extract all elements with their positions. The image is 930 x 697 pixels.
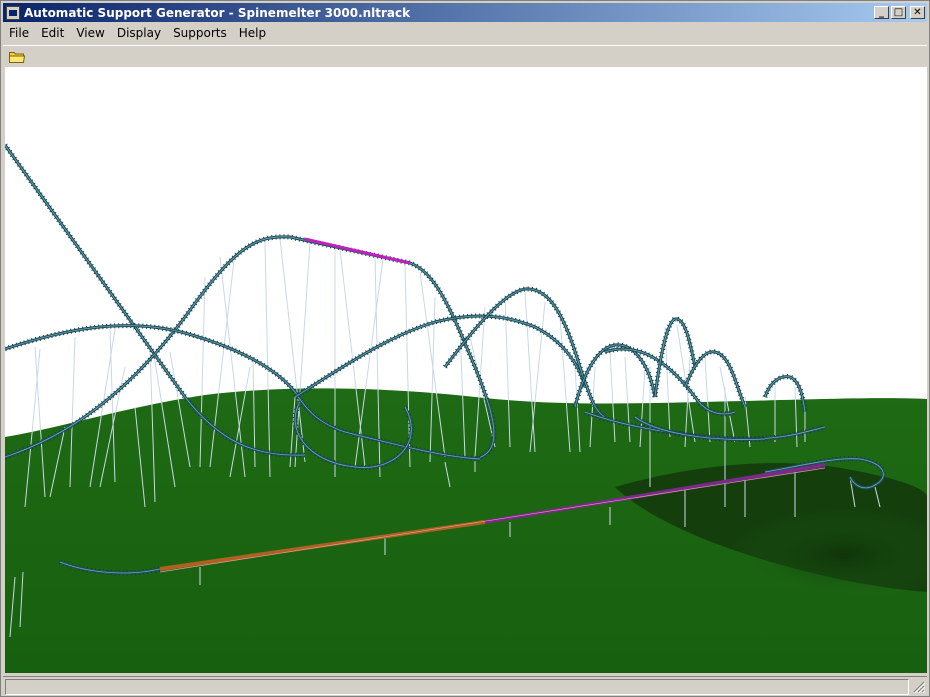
app-window: Automatic Support Generator - Spinemelte… — [0, 0, 930, 697]
status-bar — [3, 676, 927, 695]
menu-view[interactable]: View — [70, 26, 110, 40]
menu-display[interactable]: Display — [111, 26, 167, 40]
app-icon[interactable] — [6, 5, 20, 20]
minimize-button[interactable]: _ — [874, 6, 889, 19]
resize-grip-icon[interactable] — [913, 681, 925, 693]
3d-viewport[interactable] — [5, 67, 927, 673]
window-title: Automatic Support Generator - Spinemelte… — [24, 5, 411, 20]
close-button[interactable]: ✕ — [910, 6, 925, 19]
folder-open-icon[interactable] — [9, 50, 25, 63]
title-bar[interactable]: Automatic Support Generator - Spinemelte… — [3, 3, 927, 22]
status-panel — [5, 679, 909, 695]
menu-file[interactable]: File — [3, 26, 35, 40]
menu-edit[interactable]: Edit — [35, 26, 70, 40]
window-controls: _ □ ✕ — [874, 6, 925, 19]
menu-help[interactable]: Help — [233, 26, 272, 40]
toolbar — [3, 45, 927, 67]
menu-bar: File Edit View Display Supports Help — [3, 23, 927, 42]
coaster-scene[interactable] — [5, 67, 927, 673]
maximize-button[interactable]: □ — [891, 6, 906, 19]
menu-supports[interactable]: Supports — [167, 26, 233, 40]
